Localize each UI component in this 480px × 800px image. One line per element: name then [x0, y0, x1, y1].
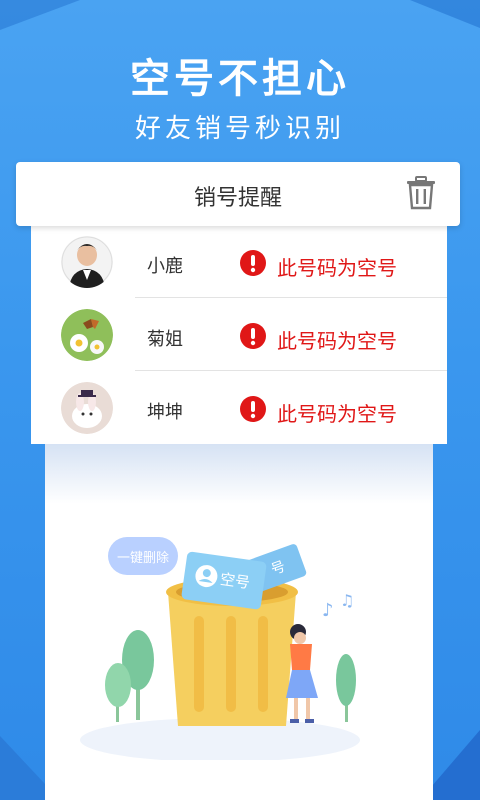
avatar: [61, 309, 113, 361]
contact-row[interactable]: 坤坤 此号码为空号: [31, 372, 447, 444]
corner-decoration-top-left: [0, 0, 80, 30]
contact-row[interactable]: 菊姐 此号码为空号: [31, 299, 447, 371]
avatar: [61, 382, 113, 434]
reminder-header: 销号提醒: [16, 162, 460, 226]
empty-number-status: 此号码为空号: [277, 329, 397, 353]
alert-icon: [240, 396, 266, 422]
trash-icon[interactable]: [406, 176, 436, 210]
hero-title: 空号不担心: [130, 56, 350, 102]
contact-row[interactable]: 小鹿 此号码为空号: [31, 226, 447, 298]
svg-text:♪: ♪: [322, 600, 334, 621]
contact-name: 小鹿: [147, 256, 183, 277]
bubble-label: 一键删除: [116, 551, 169, 566]
paper-shadow: [45, 444, 433, 504]
contact-list: 小鹿 此号码为空号 菊姐 此号码为空号 坤坤 此号码为空号: [31, 226, 447, 444]
corner-decoration-top-right: [410, 0, 480, 28]
one-click-delete-bubble[interactable]: 一键删除: [108, 537, 178, 575]
header-title: 销号提醒: [193, 186, 282, 211]
empty-number-status: 此号码为空号: [277, 256, 397, 280]
alert-icon: [240, 323, 266, 349]
empty-number-status: 此号码为空号: [277, 402, 397, 426]
alert-icon: [240, 250, 266, 276]
divider: [135, 370, 447, 371]
hero-subtitle: 好友销号秒识别: [134, 114, 345, 144]
avatar: [61, 236, 113, 288]
svg-text:♫: ♫: [340, 591, 354, 610]
divider: [135, 297, 447, 298]
contact-name: 菊姐: [147, 329, 183, 350]
contact-name: 坤坤: [147, 402, 183, 423]
